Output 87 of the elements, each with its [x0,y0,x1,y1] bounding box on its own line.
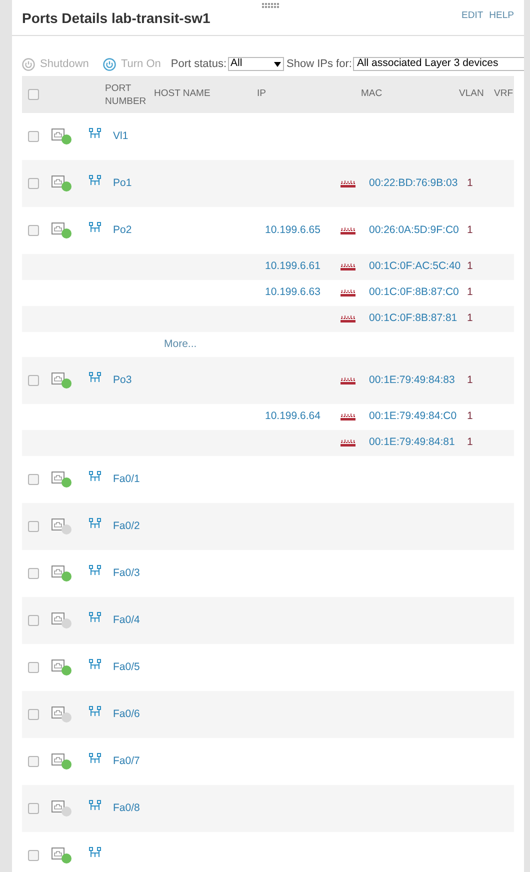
panel-action-link[interactable]: EDIT [462,9,484,24]
network-link-icon [89,128,101,139]
port-link[interactable]: Fa0/2 [113,520,140,532]
mac-link[interactable]: 00:1E:79:49:84:81 [369,436,455,448]
checkbox[interactable] [28,521,39,532]
checkbox[interactable] [28,474,39,485]
router-icon [340,226,356,234]
port-link[interactable]: Po1 [113,176,132,189]
port-link[interactable]: Po3 [113,374,132,386]
mac-link[interactable]: 00:1C:0F:AC:5C:40 [369,260,461,272]
port-link[interactable]: Fa0/1 [113,472,140,485]
checkbox[interactable] [28,662,39,673]
show-ips-select[interactable]: All associated Layer 3 devices [352,57,524,71]
checkbox[interactable] [28,803,39,814]
column-header[interactable]: PORT NUMBER [105,82,154,108]
column-header[interactable]: MAC [361,87,459,102]
power-icon [102,58,116,70]
network-link-icon [89,612,101,623]
mac-link[interactable]: 00:1E:79:49:84:C0 [369,410,457,422]
mac-link[interactable]: 00:1E:79:49:84:83 [369,374,455,386]
router-icon [340,413,356,421]
panel-action-link[interactable]: HELP [489,9,514,24]
checkbox[interactable] [28,709,39,720]
mac-link[interactable]: 00:1C:0F:8B:87:81 [369,312,458,324]
network-link-icon [89,372,101,383]
checkbox[interactable] [28,131,39,142]
ip-link[interactable]: 10.199.6.63 [265,286,320,298]
checkbox[interactable] [28,375,39,386]
port-link[interactable]: Fa0/8 [113,802,140,814]
drag-handle-icon[interactable] [262,3,279,9]
ip-link[interactable]: 10.199.6.61 [265,260,320,272]
more-link[interactable]: More... [164,336,197,352]
panel-title: Ports Details lab-transit-sw1 [22,9,210,28]
mac-link[interactable]: 00:22:BD:76:9B:03 [369,176,458,189]
power-icon [22,58,35,70]
vlan-cell: 1 [467,176,473,189]
network-link-icon [89,800,101,811]
router-icon [340,180,356,188]
ip-link[interactable]: 10.199.6.64 [265,410,320,422]
mac-link[interactable]: 00:26:0A:5D:9F:C0 [369,224,459,236]
network-link-icon [89,847,101,858]
network-link-icon [89,706,101,717]
network-link-icon [89,222,101,233]
checkbox[interactable] [28,89,39,100]
port-link[interactable]: Fa0/4 [113,614,140,626]
show-ips-label: Show IPs for: [286,56,352,72]
port-status-label: Port status: [170,56,227,72]
port-status-select[interactable]: All [228,57,284,71]
turn-on-button[interactable]: Turn On [102,56,161,72]
column-header[interactable]: IP [257,87,361,102]
vlan-cell: 1 [467,374,473,386]
checkbox[interactable] [28,756,39,767]
port-link[interactable]: Fa0/6 [113,708,140,720]
port-link[interactable]: Fa0/7 [113,754,140,767]
port-link[interactable]: Fa0/3 [113,566,140,579]
router-icon [340,263,356,271]
network-link-icon [89,565,101,576]
router-icon [340,439,356,447]
checkbox[interactable] [28,850,39,861]
vlan-cell: 1 [467,410,473,422]
port-link[interactable]: Po2 [113,224,132,236]
vlan-cell: 1 [467,436,473,448]
network-link-icon [89,175,101,186]
checkbox[interactable] [28,178,39,189]
vlan-cell: 1 [467,312,473,324]
checkbox[interactable] [28,615,39,626]
network-link-icon [89,518,101,529]
column-header[interactable]: HOST NAME [154,87,257,102]
vlan-cell: 1 [467,260,473,272]
network-link-icon [89,753,101,764]
router-icon [340,315,356,323]
network-link-icon [89,471,101,482]
shutdown-button[interactable]: Shutdown [22,56,89,72]
port-link[interactable]: Fa0/5 [113,660,140,673]
router-icon [340,376,356,384]
router-icon [340,289,356,297]
checkbox[interactable] [28,225,39,236]
vlan-cell: 1 [467,286,473,298]
column-header[interactable]: VRF [494,87,514,102]
vlan-cell: 1 [467,224,473,236]
mac-link[interactable]: 00:1C:0F:8B:87:C0 [369,286,459,298]
dropdown-arrow-icon [274,62,281,66]
column-header[interactable]: VLAN [459,87,494,102]
ip-link[interactable]: 10.199.6.65 [265,224,320,236]
checkbox[interactable] [28,568,39,579]
network-link-icon [89,659,101,670]
port-link[interactable]: Vl1 [113,130,128,142]
